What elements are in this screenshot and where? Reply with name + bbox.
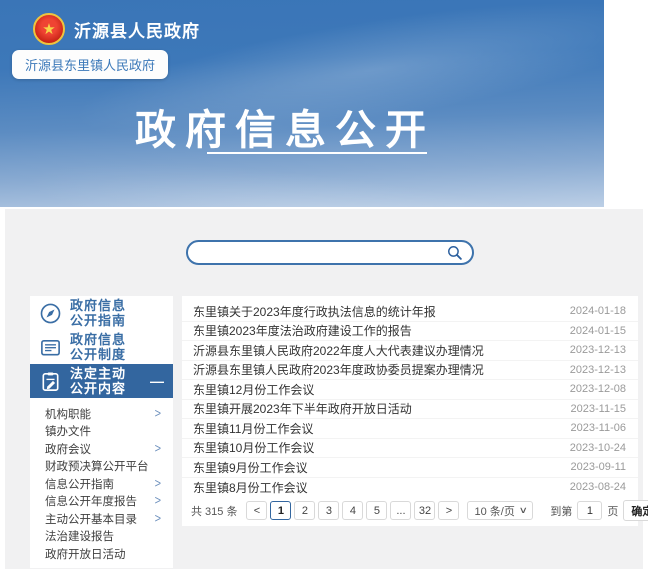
page-buttons: 12345...32 xyxy=(270,501,435,520)
list-item-title: 东里镇开展2023年下半年政府开放日活动 xyxy=(193,400,561,417)
list-item-title: 沂源县东里镇人民政府2022年度人大代表建议办理情况 xyxy=(193,342,560,359)
list-item-date: 2023-11-15 xyxy=(571,403,626,415)
sidebar-subitem-label: 主动公开基本目录 xyxy=(45,511,137,527)
sidebar-section-1[interactable]: 政府信息公开制度 xyxy=(30,330,173,364)
banner: ★ 沂源县人民政府 沂源县东里镇人民政府 政府信息公开 xyxy=(0,0,604,207)
sidebar-section-0[interactable]: 政府信息公开指南 xyxy=(30,296,173,330)
chevron-right-icon: > xyxy=(155,512,161,526)
sub-site-badge[interactable]: 沂源县东里镇人民政府 xyxy=(12,50,168,79)
sidebar-subitem-label: 政府开放日活动 xyxy=(45,546,126,562)
compass-icon xyxy=(30,302,70,325)
sidebar-section-label: 政府信息公开制度 xyxy=(70,332,126,362)
sidebar-subitem[interactable]: 机构职能 > xyxy=(30,405,173,423)
sidebar-subitem[interactable]: 信息公开年度报告 > xyxy=(30,493,173,511)
goto-page-input[interactable] xyxy=(577,501,602,520)
sidebar-subitem-label: 镇办文件 xyxy=(45,423,91,439)
sidebar-subitem[interactable]: 财政预决算公开平台 xyxy=(30,458,173,476)
list-item[interactable]: 东里镇11月份工作会议 2023-11-06 xyxy=(182,419,638,439)
list-item-date: 2023-11-06 xyxy=(571,422,626,434)
page-button-2[interactable]: 2 xyxy=(294,501,315,520)
list-item-date: 2023-10-24 xyxy=(570,442,626,454)
list-item-date: 2023-12-13 xyxy=(570,344,626,356)
list-item-title: 沂源县东里镇人民政府2023年度政协委员提案办理情况 xyxy=(193,361,560,378)
list-item-date: 2024-01-15 xyxy=(570,325,626,337)
title-underline xyxy=(207,152,427,154)
page-button-4[interactable]: 4 xyxy=(342,501,363,520)
list-item[interactable]: 东里镇10月份工作会议 2023-10-24 xyxy=(182,439,638,459)
page-button-5[interactable]: 5 xyxy=(366,501,387,520)
list-item[interactable]: 东里镇12月份工作会议 2023-12-08 xyxy=(182,380,638,400)
site-name: 沂源县人民政府 xyxy=(74,17,200,42)
page-button-3[interactable]: 3 xyxy=(318,501,339,520)
sidebar-subitem-label: 信息公开指南 xyxy=(45,476,114,492)
list-item[interactable]: 东里镇9月份工作会议 2023-09-11 xyxy=(182,458,638,478)
sidebar-subitem[interactable]: 镇办文件 xyxy=(30,423,173,441)
total-count: 共 315 条 xyxy=(191,503,237,519)
list-item-title: 东里镇关于2023年度行政执法信息的统计年报 xyxy=(193,303,560,320)
chevron-right-icon: > xyxy=(155,407,161,421)
list-item[interactable]: 沂源县东里镇人民政府2023年度政协委员提案办理情况 2023-12-13 xyxy=(182,361,638,381)
list-item-date: 2023-08-24 xyxy=(570,481,626,493)
document-list-icon xyxy=(30,336,70,359)
page-button-1[interactable]: 1 xyxy=(270,501,291,520)
search-icon[interactable] xyxy=(446,244,463,261)
page: ★ 沂源县人民政府 沂源县东里镇人民政府 政府信息公开 政府信息公开指南政府信息… xyxy=(0,0,648,569)
chevron-right-icon: > xyxy=(155,442,161,456)
search-input[interactable] xyxy=(198,242,446,263)
list-item-title: 东里镇9月份工作会议 xyxy=(193,459,561,476)
sidebar-subitem-label: 法治建设报告 xyxy=(45,528,114,544)
list-item-date: 2023-12-08 xyxy=(570,383,626,395)
clipboard-pen-icon xyxy=(30,370,70,393)
list-item-date: 2023-12-13 xyxy=(570,364,626,376)
sidebar-section-label: 法定主动公开内容 xyxy=(70,366,126,396)
list-item-title: 东里镇11月份工作会议 xyxy=(193,420,561,437)
sidebar-subitem[interactable]: 主动公开基本目录 > xyxy=(30,510,173,528)
list-item[interactable]: 东里镇开展2023年下半年政府开放日活动 2023-11-15 xyxy=(182,400,638,420)
sidebar-subitem[interactable]: 政府会议 > xyxy=(30,440,173,458)
sidebar-subitem[interactable]: 法治建设报告 xyxy=(30,528,173,546)
sidebar-subitem[interactable]: 政府开放日活动 xyxy=(30,545,173,563)
list-item-title: 东里镇12月份工作会议 xyxy=(193,381,560,398)
sidebar-subitem-label: 政府会议 xyxy=(45,441,91,457)
sidebar-section-2[interactable]: 法定主动公开内容 — xyxy=(30,364,173,398)
list-item[interactable]: 东里镇关于2023年度行政执法信息的统计年报 2024-01-18 xyxy=(182,302,638,322)
sidebar-subitem-label: 信息公开年度报告 xyxy=(45,493,137,509)
sidebar-submenu: 机构职能>镇办文件政府会议>财政预决算公开平台信息公开指南>信息公开年度报告>主… xyxy=(30,398,173,563)
list-item-title: 东里镇10月份工作会议 xyxy=(193,439,560,456)
page-title: 政府信息公开 xyxy=(0,96,570,156)
goto-suffix-label: 页 xyxy=(607,503,618,519)
content-panel: 政府信息公开指南政府信息公开制度法定主动公开内容 — 机构职能 > 镇办文件政府会议 >… xyxy=(5,209,643,569)
list-item[interactable]: 东里镇2023年度法治政府建设工作的报告 2024-01-15 xyxy=(182,322,638,342)
next-page-button[interactable]: > xyxy=(438,501,459,520)
list-item-date: 2024-01-18 xyxy=(570,305,626,317)
sidebar-subitem-label: 财政预决算公开平台 xyxy=(45,458,149,474)
confirm-button[interactable]: 确定 xyxy=(623,500,648,521)
goto-page: 到第 页 确定 xyxy=(550,500,648,521)
site-logo-row[interactable]: ★ 沂源县人民政府 xyxy=(33,13,200,45)
chevron-right-icon: > xyxy=(155,494,161,508)
sidebar-subitem-label: 机构职能 xyxy=(45,406,91,422)
search-bar xyxy=(186,240,474,265)
national-emblem-icon: ★ xyxy=(33,13,65,45)
goto-prefix-label: 到第 xyxy=(550,503,572,519)
list-item-title: 东里镇2023年度法治政府建设工作的报告 xyxy=(193,322,560,339)
list-item-title: 东里镇8月份工作会议 xyxy=(193,479,560,496)
list-item[interactable]: 沂源县东里镇人民政府2022年度人大代表建议办理情况 2023-12-13 xyxy=(182,341,638,361)
pagination-bar: 共 315 条 < 12345...32 > 10 条/页 ∨ 到第 页 确定 xyxy=(182,495,638,526)
page-size-value: 10 条/页 xyxy=(474,503,514,519)
sidebar-subitem[interactable]: 信息公开指南 > xyxy=(30,475,173,493)
page-button-32[interactable]: 32 xyxy=(414,501,435,520)
chevron-down-icon: ∨ xyxy=(519,505,528,516)
sidebar-sections: 政府信息公开指南政府信息公开制度法定主动公开内容 — xyxy=(30,296,173,398)
prev-page-button[interactable]: < xyxy=(246,501,267,520)
article-list: 东里镇关于2023年度行政执法信息的统计年报 2024-01-18 东里镇2023年… xyxy=(182,296,638,526)
chevron-right-icon: > xyxy=(155,477,161,491)
list-item-date: 2023-09-11 xyxy=(571,461,626,473)
collapse-indicator[interactable]: — xyxy=(150,373,164,389)
sidebar: 政府信息公开指南政府信息公开制度法定主动公开内容 — 机构职能 > 镇办文件政府会议 >… xyxy=(30,296,173,568)
page-size-select[interactable]: 10 条/页 ∨ xyxy=(467,501,533,520)
page-ellipsis-button[interactable]: ... xyxy=(390,501,411,520)
sidebar-section-label: 政府信息公开指南 xyxy=(70,298,126,328)
